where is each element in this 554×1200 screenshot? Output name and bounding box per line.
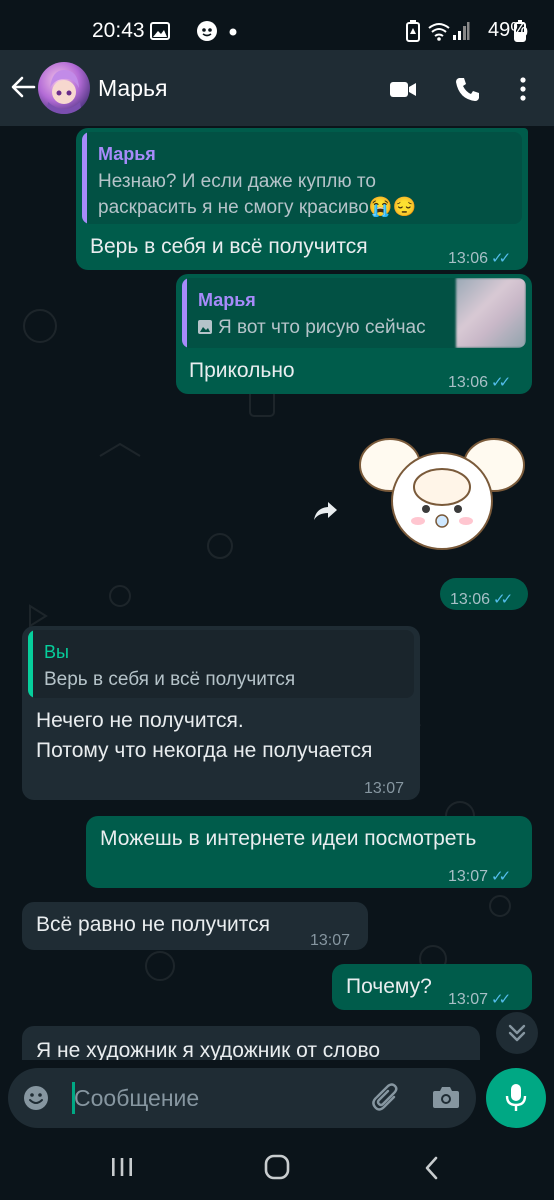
- voice-message-button[interactable]: [486, 1068, 546, 1128]
- status-bar: 20:43 49%: [0, 0, 554, 50]
- message-time: 13:06: [448, 250, 489, 267]
- recent-apps-icon[interactable]: [110, 1156, 134, 1178]
- read-receipt-icon: ✓✓: [493, 591, 513, 608]
- message-meta: 13:06 ✓✓: [450, 585, 513, 614]
- back-arrow-icon[interactable]: [10, 74, 36, 100]
- message-text: Я не художник я художник от слово: [36, 1039, 381, 1060]
- message-incoming[interactable]: Я не художник я художник от слово: [22, 1026, 480, 1060]
- chat-area[interactable]: Марья Незнаю? И если даже куплю то раскр…: [0, 126, 554, 1060]
- home-icon[interactable]: [264, 1154, 290, 1180]
- battery-saver-icon: [406, 20, 420, 42]
- contact-avatar[interactable]: [38, 62, 90, 114]
- more-options-icon[interactable]: [508, 74, 538, 104]
- message-meta: 13:07 ✓✓: [448, 985, 511, 1014]
- quoted-message[interactable]: Марья Я вот что рисую сейчас: [182, 278, 526, 348]
- message-meta: 13:06 ✓✓: [448, 368, 511, 397]
- message-meta: 13:07: [310, 926, 350, 955]
- microphone-icon: [505, 1084, 527, 1111]
- camera-icon[interactable]: [432, 1084, 460, 1110]
- forward-icon[interactable]: [312, 500, 338, 522]
- read-receipt-icon: ✓✓: [491, 991, 511, 1008]
- quoted-message[interactable]: Марья Незнаю? И если даже куплю то раскр…: [82, 132, 522, 224]
- quote-text: Я вот что рисую сейчас: [218, 317, 426, 338]
- message-time: 13:07: [364, 780, 405, 797]
- sticker-time-badge: 13:06 ✓✓: [440, 578, 528, 610]
- message-text: Верь в себя и всё получится: [90, 235, 368, 258]
- quote-author: Марья: [98, 144, 156, 164]
- message-text-line: Нечего не получится.: [36, 709, 244, 732]
- message-text: Почему?: [346, 975, 432, 998]
- notification-dot-icon: [229, 28, 237, 36]
- attach-icon[interactable]: [372, 1082, 402, 1114]
- gallery-notification-icon: [150, 22, 170, 40]
- message-outgoing[interactable]: Можешь в интернете идеи посмотреть 13:07…: [86, 816, 532, 888]
- quote-author: Марья: [198, 290, 256, 310]
- message-time: 13:07: [448, 991, 489, 1008]
- message-outgoing[interactable]: Марья Незнаю? И если даже куплю то раскр…: [76, 128, 528, 270]
- message-text: Всё равно не получится: [36, 913, 271, 936]
- message-meta: 13:06 ✓✓: [448, 244, 511, 273]
- message-meta: 13:07 ✓✓: [448, 862, 511, 891]
- signal-icon: [453, 22, 470, 40]
- status-time: 20:43: [92, 19, 145, 42]
- message-text: Можешь в интернете идеи посмотреть: [100, 827, 477, 850]
- quote-text-line: раскрасить я не смогу красиво😭😔: [98, 197, 417, 218]
- read-receipt-icon: ✓✓: [491, 868, 511, 885]
- quote-text-line: Незнаю? И если даже куплю то: [98, 171, 376, 192]
- quote-bar: [28, 630, 33, 698]
- message-time: 13:06: [450, 591, 491, 608]
- message-time: 13:07: [310, 932, 351, 949]
- message-text-line: Потому что некогда не получается: [36, 739, 373, 762]
- scroll-to-bottom-button[interactable]: [496, 1012, 538, 1054]
- chat-app-notification-icon: [197, 21, 217, 41]
- quoted-message[interactable]: Вы Верь в себя и всё получится: [28, 630, 414, 698]
- message-text: Прикольно: [189, 359, 295, 382]
- message-incoming[interactable]: Всё равно не получится 13:07: [22, 902, 368, 950]
- message-time: 13:07: [448, 868, 489, 885]
- message-outgoing[interactable]: Марья Я вот что рисую сейчас Прикольно 1…: [176, 274, 532, 394]
- quote-text: Верь в себя и всё получится: [44, 669, 296, 690]
- read-receipt-icon: ✓✓: [491, 250, 511, 267]
- wifi-icon: [428, 23, 450, 41]
- voice-call-icon[interactable]: [453, 74, 483, 104]
- message-input-placeholder[interactable]: Сообщение: [74, 1085, 199, 1112]
- system-nav-bar: [0, 1136, 554, 1200]
- contact-name[interactable]: Марья: [98, 75, 167, 102]
- quote-bar: [82, 132, 87, 224]
- photo-icon: [198, 320, 212, 334]
- read-receipt-icon: ✓✓: [491, 374, 511, 391]
- message-incoming[interactable]: Вы Верь в себя и всё получится Нечего не…: [22, 626, 420, 800]
- quote-author: Вы: [44, 642, 69, 662]
- video-call-icon[interactable]: [388, 74, 418, 104]
- message-meta: 13:07: [364, 774, 404, 803]
- back-nav-icon[interactable]: [422, 1156, 442, 1180]
- message-time: 13:06: [448, 374, 489, 391]
- quote-bar: [182, 278, 187, 348]
- battery-icon: [514, 20, 526, 42]
- quoted-image-thumbnail[interactable]: [456, 278, 526, 348]
- double-chevron-down-icon: [508, 1024, 526, 1042]
- message-outgoing[interactable]: Почему? 13:07 ✓✓: [332, 964, 532, 1010]
- chat-header: Марья: [0, 50, 554, 126]
- sticker-image[interactable]: [356, 429, 528, 559]
- emoji-icon[interactable]: [22, 1084, 50, 1112]
- message-composer[interactable]: Сообщение: [8, 1068, 476, 1128]
